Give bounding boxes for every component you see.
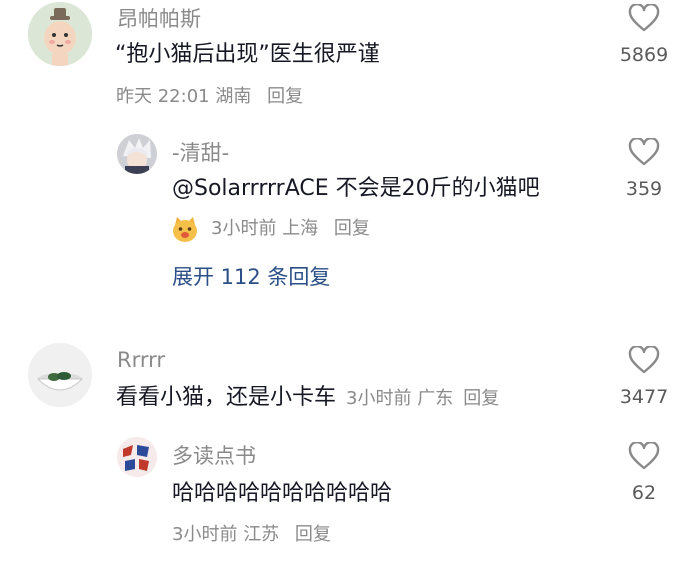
avatar[interactable] [117,437,157,477]
comment-text: 哈哈哈哈哈哈哈哈哈哈 [172,481,393,506]
heart-icon [628,442,660,470]
comment-text: 看看小猫，还是小卡车 3小时前 广东 回复 [116,387,499,409]
comment-location: 广东 [417,388,454,409]
heart-icon [628,138,660,166]
comment-time: 3小时前 [172,524,238,545]
comment-text: @SolarrrrrACE 不会是20斤的小猫吧 [172,176,540,201]
expand-replies-link[interactable]: 展开 112 条回复 [172,267,330,288]
reply-button[interactable]: 回复 [295,524,331,545]
bowl-avatar-icon [28,343,92,407]
like-count: 3477 [619,386,669,408]
avatar[interactable] [28,343,92,407]
text-avatar-icon [117,437,157,477]
reply-button[interactable]: 回复 [334,218,370,239]
cat-face-emoji-icon [171,215,199,243]
comment-meta: 3小时前 广东 回复 [346,388,499,409]
comment-username[interactable]: Rrrrr [117,350,165,371]
like-count: 5869 [619,44,669,66]
comment-username[interactable]: -清甜- [172,143,229,164]
comment-meta: 3小时前 江苏 回复 [172,526,331,544]
like-button[interactable]: 359 [614,138,674,199]
like-count: 359 [625,178,663,200]
avatar[interactable] [28,2,92,66]
heart-icon [628,4,660,32]
like-button[interactable]: 3477 [614,346,674,407]
comment-time: 3小时前 [211,218,277,239]
comment-body: 看看小猫，还是小卡车 [116,385,337,410]
comment-username[interactable]: 多读点书 [172,446,256,467]
comment-time: 昨天 22:01 [116,86,210,107]
cartoon-avatar-icon [28,2,92,66]
like-count: 62 [631,482,657,504]
comment-time: 3小时前 [346,388,412,409]
comment-text: “抱小猫后出现”医生很严谨 [115,42,380,67]
comment-location: 上海 [282,218,319,239]
like-button[interactable]: 5869 [614,4,674,65]
comment-meta: 昨天 22:01 湖南 回复 [116,88,303,106]
reply-button[interactable]: 回复 [463,388,499,409]
comment-meta: 3小时前 上海 回复 [211,220,370,238]
comment-username[interactable]: 昂帕帕斯 [117,9,201,30]
heart-icon [628,346,660,374]
reply-button[interactable]: 回复 [267,86,303,107]
avatar[interactable] [117,134,157,174]
anime-avatar-icon [117,134,157,174]
comment-location: 江苏 [243,524,280,545]
like-button[interactable]: 62 [614,442,674,503]
comment-location: 湖南 [215,86,252,107]
